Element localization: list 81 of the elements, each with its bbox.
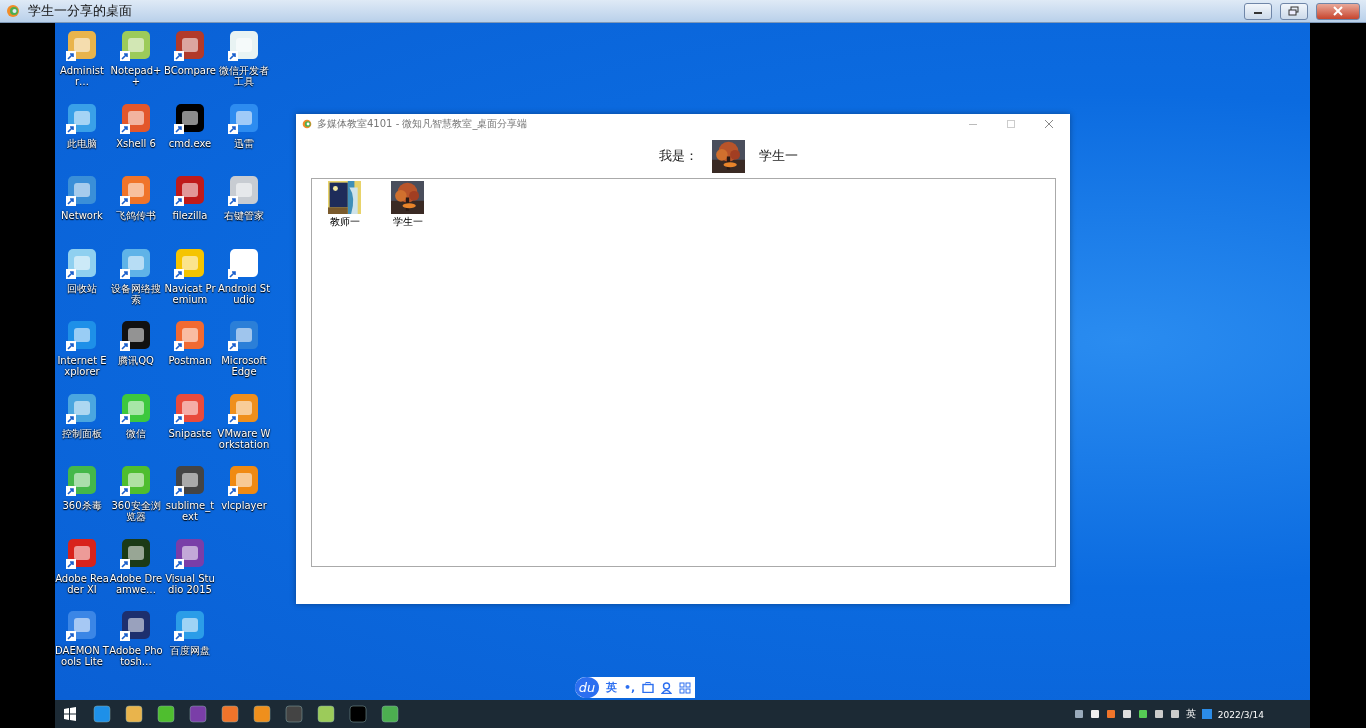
desktop-icon-label[interactable]: Android Studio <box>217 282 271 305</box>
desktop-icon-label[interactable]: Adobe Reader XI <box>55 572 109 595</box>
app-logo-icon <box>6 4 20 18</box>
taskbar-app-icon[interactable] <box>381 705 399 723</box>
desktop-icon-label[interactable]: Xshell 6 <box>109 137 163 149</box>
desktop-icon-label[interactable]: Network <box>55 210 109 221</box>
desktop-icon-label[interactable]: 360杀毒 <box>55 500 109 511</box>
taskbar-app-icon[interactable] <box>93 705 111 723</box>
tray-icon[interactable] <box>1153 709 1164 719</box>
close-icon <box>1333 6 1343 16</box>
desktop-icon-label[interactable]: cmd.exe <box>163 137 217 149</box>
desktop-icon-label[interactable]: 此电脑 <box>55 137 109 149</box>
desktop-icon-label[interactable]: BCompare <box>163 65 217 76</box>
desktop-icon-label[interactable]: DAEMON Tools Lite <box>55 645 109 667</box>
taskbar-app-icon[interactable] <box>125 705 143 723</box>
desktop-icon-label[interactable]: 控制面板 <box>55 427 109 439</box>
minimize-button[interactable] <box>1244 2 1272 20</box>
restore-icon <box>1288 6 1300 16</box>
clock-date[interactable]: 2022/3/14 <box>1217 710 1264 721</box>
app-icon[interactable] <box>173 174 207 208</box>
desktop-icon-label[interactable]: VMware Workstation <box>217 427 271 450</box>
desktop-icon-label[interactable]: Notepad++ <box>109 65 163 87</box>
tray-icon[interactable] <box>1105 709 1116 719</box>
app-icon[interactable] <box>173 536 207 571</box>
taskbar-app-icon[interactable] <box>317 705 335 723</box>
desktop-icon-label[interactable]: 回收站 <box>55 282 109 294</box>
app-icon[interactable] <box>119 536 153 571</box>
app-logo-icon <box>302 119 312 129</box>
desktop-icon-label[interactable]: 腾讯QQ <box>109 355 163 366</box>
notification-icon[interactable] <box>1201 709 1212 719</box>
tray-icon[interactable] <box>1121 709 1132 719</box>
desktop-icon-label[interactable]: 迅雷 <box>217 137 271 149</box>
desktop-icon-label[interactable]: Microsoft Edge <box>217 355 271 377</box>
desktop-icon-label[interactable]: Navicat Premium <box>163 282 217 305</box>
desktop-icon-label[interactable]: Internet Explorer <box>55 355 109 377</box>
tray-icon[interactable] <box>1089 709 1100 719</box>
app-icon[interactable] <box>119 319 153 353</box>
taskbar-app-icon[interactable] <box>253 705 271 723</box>
taskbar-app-icon[interactable] <box>189 705 207 723</box>
ime-punctuation[interactable]: •, <box>624 681 636 694</box>
member-name[interactable]: 教师一 <box>329 215 360 229</box>
app-icon[interactable] <box>119 609 153 643</box>
ime-logo[interactable]: du <box>575 677 599 698</box>
desktop-icon-label[interactable]: 飞鸽传书 <box>109 210 163 221</box>
windows-logo-icon[interactable] <box>61 705 79 723</box>
member-name[interactable]: 学生一 <box>392 215 423 229</box>
desktop-icon-label[interactable]: sublime_text <box>163 500 217 522</box>
grid-icon[interactable] <box>679 681 692 694</box>
close-icon[interactable] <box>1045 120 1053 128</box>
desktop-icon-label[interactable]: Adobe Dreamwe… <box>109 572 163 595</box>
me-name: 学生一 <box>758 147 798 165</box>
toolbox-icon[interactable] <box>642 682 655 693</box>
desktop-icon-label[interactable]: 微信 <box>109 427 163 439</box>
desktop-icon-label[interactable]: Adobe Photosh… <box>109 645 163 667</box>
restore-button[interactable] <box>1280 2 1308 20</box>
desktop-icon-label[interactable]: Postman <box>163 355 217 366</box>
tray-icon[interactable] <box>1073 709 1084 719</box>
tray-icon[interactable] <box>1137 709 1148 719</box>
desktop-icon-label[interactable]: 百度网盘 <box>163 645 217 656</box>
close-button[interactable] <box>1316 2 1360 20</box>
desktop-icon-label[interactable]: 右键管家 <box>217 210 271 221</box>
taskbar-app-icon[interactable] <box>157 705 175 723</box>
app-icon[interactable] <box>173 101 207 136</box>
ime-indicator[interactable]: 英 <box>1185 707 1196 721</box>
desktop-icon-label[interactable]: Snipaste <box>163 427 217 439</box>
desktop-icon-label[interactable]: vlcplayer <box>217 500 271 511</box>
desktop-icon-label[interactable]: 360安全浏览器 <box>109 500 163 522</box>
tray-icon[interactable] <box>1169 709 1180 719</box>
window-title: 多媒体教室4101 - 微知凡智慧教室_桌面分享端 <box>317 117 529 131</box>
me-label: 我是： <box>658 147 698 165</box>
app-icon[interactable] <box>173 464 207 498</box>
user-icon[interactable] <box>661 681 673 694</box>
window-title: 学生一分享的桌面 <box>28 2 133 20</box>
desktop-icon-label[interactable]: Visual Studio 2015 <box>163 572 217 595</box>
desktop-icon-label[interactable]: 微信开发者工具 <box>217 65 271 87</box>
taskbar-app-icon[interactable] <box>221 705 239 723</box>
desktop-icon-label[interactable]: Administr… <box>55 65 109 87</box>
desktop-icon-label[interactable]: filezilla <box>163 210 217 221</box>
app-icon[interactable] <box>173 29 207 63</box>
desktop-icon-label[interactable]: 设备网络搜索 <box>109 282 163 305</box>
ime-mode[interactable]: 英 <box>606 680 617 695</box>
